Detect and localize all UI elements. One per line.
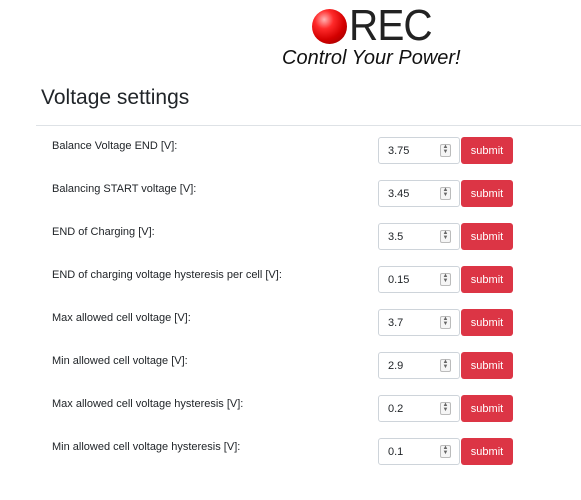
number-input[interactable]: 3.75 ▲ ▼ bbox=[378, 137, 460, 164]
setting-label: END of Charging [V]: bbox=[52, 226, 155, 238]
rec-logo: REC Control Your Power! bbox=[282, 3, 482, 73]
submit-button[interactable]: submit bbox=[461, 352, 513, 379]
setting-row: Min allowed cell voltage hysteresis [V]:… bbox=[0, 436, 581, 479]
setting-label: Max allowed cell voltage [V]: bbox=[52, 312, 191, 324]
submit-button[interactable]: submit bbox=[461, 438, 513, 465]
number-input[interactable]: 3.7 ▲ ▼ bbox=[378, 309, 460, 336]
number-input-value[interactable]: 0.1 bbox=[388, 446, 403, 458]
number-input[interactable]: 3.45 ▲ ▼ bbox=[378, 180, 460, 207]
setting-row: END of Charging [V]: 3.5 ▲ ▼ submit bbox=[0, 221, 581, 264]
number-spinner-icon[interactable]: ▲ ▼ bbox=[440, 144, 451, 157]
submit-button[interactable]: submit bbox=[461, 137, 513, 164]
number-spinner-icon[interactable]: ▲ ▼ bbox=[440, 359, 451, 372]
number-spinner-icon[interactable]: ▲ ▼ bbox=[440, 402, 451, 415]
divider bbox=[36, 125, 581, 126]
submit-button[interactable]: submit bbox=[461, 266, 513, 293]
number-input-value[interactable]: 3.45 bbox=[388, 188, 409, 200]
submit-button[interactable]: submit bbox=[461, 223, 513, 250]
setting-label: Min allowed cell voltage [V]: bbox=[52, 355, 188, 367]
number-input-value[interactable]: 0.2 bbox=[388, 403, 403, 415]
submit-button[interactable]: submit bbox=[461, 309, 513, 336]
submit-button[interactable]: submit bbox=[461, 180, 513, 207]
setting-row: Min allowed cell voltage [V]: 2.9 ▲ ▼ sub… bbox=[0, 350, 581, 393]
number-input-value[interactable]: 3.7 bbox=[388, 317, 403, 329]
page-title: Voltage settings bbox=[41, 86, 190, 109]
setting-label: Balance Voltage END [V]: bbox=[52, 140, 178, 152]
number-spinner-icon[interactable]: ▲ ▼ bbox=[440, 445, 451, 458]
setting-row: Max allowed cell voltage [V]: 3.7 ▲ ▼ sub… bbox=[0, 307, 581, 350]
number-spinner-icon[interactable]: ▲ ▼ bbox=[440, 316, 451, 329]
number-input[interactable]: 0.15 ▲ ▼ bbox=[378, 266, 460, 293]
number-input-value[interactable]: 2.9 bbox=[388, 360, 403, 372]
voltage-settings-list: Balance Voltage END [V]: 3.75 ▲ ▼ submit … bbox=[0, 135, 581, 479]
brand-name: REC bbox=[349, 1, 433, 50]
number-input-value[interactable]: 3.5 bbox=[388, 231, 403, 243]
number-input[interactable]: 0.1 ▲ ▼ bbox=[378, 438, 460, 465]
red-sphere-logo-icon bbox=[312, 9, 347, 44]
number-input[interactable]: 2.9 ▲ ▼ bbox=[378, 352, 460, 379]
number-input-value[interactable]: 0.15 bbox=[388, 274, 409, 286]
setting-label: Balancing START voltage [V]: bbox=[52, 183, 197, 195]
number-spinner-icon[interactable]: ▲ ▼ bbox=[440, 187, 451, 200]
setting-row: Balancing START voltage [V]: 3.45 ▲ ▼ sub… bbox=[0, 178, 581, 221]
setting-label: END of charging voltage hysteresis per c… bbox=[52, 269, 282, 281]
setting-row: Balance Voltage END [V]: 3.75 ▲ ▼ submit bbox=[0, 135, 581, 178]
number-spinner-icon[interactable]: ▲ ▼ bbox=[440, 230, 451, 243]
setting-row: Max allowed cell voltage hysteresis [V]:… bbox=[0, 393, 581, 436]
number-input-value[interactable]: 3.75 bbox=[388, 145, 409, 157]
number-input[interactable]: 0.2 ▲ ▼ bbox=[378, 395, 460, 422]
setting-label: Min allowed cell voltage hysteresis [V]: bbox=[52, 441, 241, 453]
number-spinner-icon[interactable]: ▲ ▼ bbox=[440, 273, 451, 286]
setting-label: Max allowed cell voltage hysteresis [V]: bbox=[52, 398, 244, 410]
brand-tagline: Control Your Power! bbox=[282, 47, 461, 69]
setting-row: END of charging voltage hysteresis per c… bbox=[0, 264, 581, 307]
submit-button[interactable]: submit bbox=[461, 395, 513, 422]
number-input[interactable]: 3.5 ▲ ▼ bbox=[378, 223, 460, 250]
